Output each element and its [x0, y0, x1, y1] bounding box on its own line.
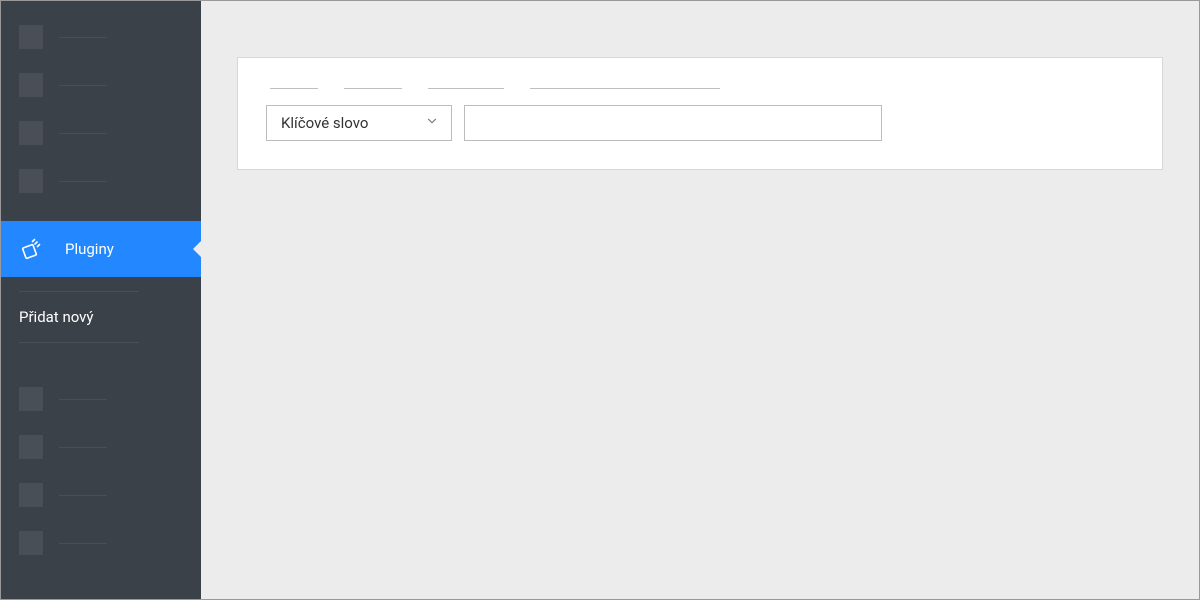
search-row: Klíčové slovo	[266, 105, 1134, 141]
filter-panel: Klíčové slovo	[237, 57, 1163, 170]
placeholder-label	[59, 399, 107, 400]
search-type-select[interactable]: Klíčové slovo	[266, 105, 452, 141]
filter-tabs	[266, 82, 1134, 83]
main-content: Klíčové slovo	[201, 1, 1199, 599]
tab-placeholder[interactable]	[344, 88, 402, 89]
tab-placeholder[interactable]	[530, 88, 720, 89]
placeholder-icon	[19, 121, 43, 145]
placeholder-label	[59, 447, 107, 448]
placeholder-icon	[19, 435, 43, 459]
sidebar-bottom-group	[1, 363, 201, 573]
search-input[interactable]	[464, 105, 882, 141]
submenu-divider	[19, 342, 139, 343]
sidebar-item-placeholder[interactable]	[1, 471, 201, 519]
sidebar-item-plugins[interactable]: Pluginy	[1, 221, 201, 277]
placeholder-label	[59, 543, 107, 544]
sidebar-item-placeholder[interactable]	[1, 423, 201, 471]
placeholder-label	[59, 85, 107, 86]
tab-placeholder[interactable]	[270, 88, 318, 89]
placeholder-label	[59, 133, 107, 134]
placeholder-label	[59, 495, 107, 496]
select-label: Klíčové slovo	[281, 114, 368, 132]
sidebar-top-group	[1, 1, 201, 211]
chevron-down-icon	[425, 114, 439, 132]
sidebar-sub-add-new[interactable]: Přidat nový	[1, 298, 201, 336]
sidebar-item-label: Pluginy	[65, 240, 114, 258]
sidebar-item-placeholder[interactable]	[1, 157, 201, 205]
sidebar-item-placeholder[interactable]	[1, 375, 201, 423]
sidebar-item-placeholder[interactable]	[1, 61, 201, 109]
placeholder-icon	[19, 169, 43, 193]
placeholder-label	[59, 181, 107, 182]
placeholder-icon	[19, 531, 43, 555]
submenu-divider	[19, 291, 139, 292]
sidebar-item-placeholder[interactable]	[1, 519, 201, 567]
sidebar-item-placeholder[interactable]	[1, 13, 201, 61]
placeholder-icon	[19, 73, 43, 97]
admin-sidebar: Pluginy Přidat nový	[1, 1, 201, 599]
plugin-icon	[19, 236, 45, 262]
placeholder-icon	[19, 483, 43, 507]
placeholder-label	[59, 37, 107, 38]
tab-placeholder[interactable]	[428, 88, 504, 89]
sidebar-item-placeholder[interactable]	[1, 109, 201, 157]
placeholder-icon	[19, 387, 43, 411]
sidebar-submenu: Přidat nový	[1, 277, 201, 363]
placeholder-icon	[19, 25, 43, 49]
